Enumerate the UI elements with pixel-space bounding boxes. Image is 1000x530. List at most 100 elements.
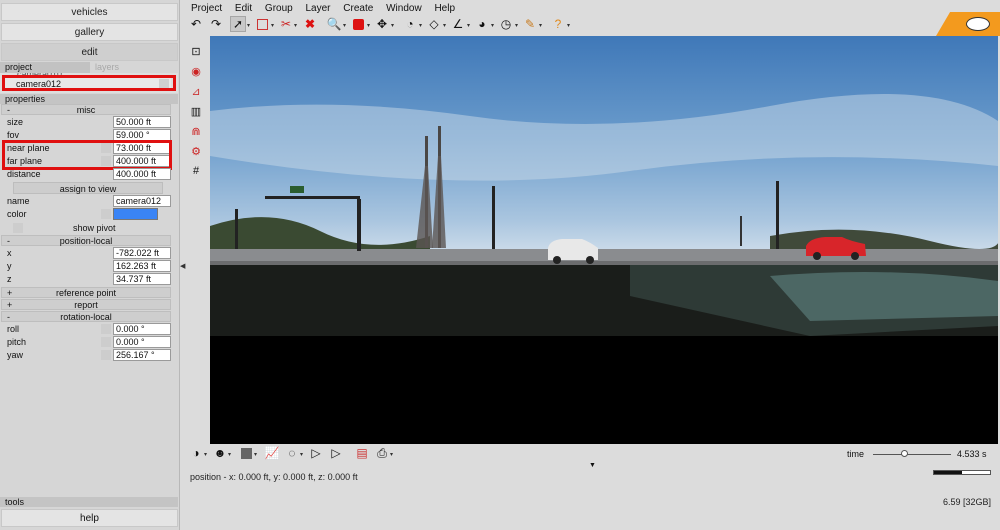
rectangle-select-icon[interactable]	[254, 16, 270, 32]
move-icon[interactable]: ✥	[374, 16, 390, 32]
yaw-field[interactable]: 256.167 °	[113, 349, 171, 361]
play-icon[interactable]: ▷	[308, 445, 324, 461]
group-label: rotation-local	[60, 312, 112, 322]
step-icon[interactable]: ▷	[328, 445, 344, 461]
redo-icon[interactable]: ↷	[208, 16, 224, 32]
help-button[interactable]: help	[1, 509, 178, 527]
color-toggle[interactable]	[101, 209, 111, 219]
collapse-sign: -	[7, 105, 10, 115]
progress-bar	[933, 470, 991, 475]
chevron-down-icon[interactable]: ▾	[204, 451, 207, 458]
color-swatch[interactable]	[113, 208, 158, 220]
chevron-down-icon[interactable]: ▾	[390, 451, 393, 458]
3d-viewport[interactable]	[210, 36, 998, 444]
group-misc[interactable]: - misc	[1, 104, 171, 115]
show-pivot-checkbox[interactable]	[13, 223, 23, 233]
chevron-down-icon[interactable]: ▾	[567, 22, 570, 29]
select-arrow-icon[interactable]: ➚	[230, 16, 246, 32]
plane-icon[interactable]: ◇	[426, 16, 442, 32]
menu-create[interactable]: Create	[338, 0, 378, 14]
progress-fill	[934, 471, 962, 474]
help-icon[interactable]: ?	[550, 16, 566, 32]
size-field[interactable]: 50.000 ft	[113, 116, 171, 128]
undo-icon[interactable]: ↶	[188, 16, 204, 32]
chart-icon[interactable]: 📈	[264, 445, 280, 461]
head-profile-icon[interactable]: ☻	[212, 445, 228, 461]
chevron-down-icon[interactable]: ▾	[539, 22, 542, 29]
assign-to-view-button[interactable]: assign to view	[13, 182, 163, 194]
notes-icon[interactable]: ▤	[354, 445, 370, 461]
snap-magnet-icon[interactable]: ⋒	[189, 124, 203, 138]
pitch-field[interactable]: 0.000 °	[113, 336, 171, 348]
roll-toggle[interactable]	[101, 324, 111, 334]
distance-field[interactable]: 400.000 ft	[113, 168, 171, 180]
chevron-down-icon[interactable]: ▾	[419, 22, 422, 29]
angle-icon[interactable]: ∠	[450, 16, 466, 32]
chevron-down-icon[interactable]: ▾	[271, 22, 274, 29]
group-report[interactable]: + report	[1, 299, 171, 310]
group-reference-point[interactable]: + reference point	[1, 287, 171, 298]
chevron-down-icon[interactable]: ▾	[491, 22, 494, 29]
tab-project[interactable]: project	[0, 62, 90, 73]
edit-button[interactable]: edit	[1, 43, 178, 61]
print-icon[interactable]: ⎙	[374, 445, 390, 461]
group-rotation-local[interactable]: - rotation-local	[1, 311, 171, 322]
time-slider-thumb[interactable]	[901, 450, 909, 457]
scissors-icon[interactable]: ✂	[278, 16, 294, 32]
tab-layers[interactable]: layers	[90, 62, 178, 73]
chevron-down-icon[interactable]: ▾	[294, 22, 297, 29]
pencil-icon[interactable]: ✎	[522, 16, 538, 32]
chevron-down-icon[interactable]: ▾	[367, 22, 370, 29]
memory-status: 6.59 [32GB]	[943, 497, 992, 507]
timer-icon[interactable]: ◷	[498, 16, 514, 32]
chevron-down-icon[interactable]: ▼	[589, 462, 596, 469]
chevron-down-icon[interactable]: ▾	[467, 22, 470, 29]
chevron-down-icon[interactable]: ▾	[515, 22, 518, 29]
measure-icon[interactable]: ◔	[402, 16, 418, 32]
gauge-icon[interactable]: ◕	[474, 16, 490, 32]
tools-header[interactable]: tools	[0, 497, 178, 507]
chevron-down-icon[interactable]: ▾	[228, 451, 231, 458]
chevron-down-icon[interactable]: ▾	[391, 22, 394, 29]
animation-icon[interactable]: ◌	[284, 445, 300, 461]
group-label: misc	[76, 105, 96, 115]
settings-gear-icon[interactable]: ⚙	[189, 144, 203, 158]
menu-window[interactable]: Window	[381, 0, 427, 14]
axis-gizmo-icon[interactable]: ⊿	[189, 84, 203, 98]
chevron-down-icon[interactable]: ▾	[247, 22, 250, 29]
x-field[interactable]: -782.022 ft	[113, 247, 171, 259]
name-field[interactable]: camera012	[113, 195, 171, 207]
menu-layer[interactable]: Layer	[301, 0, 336, 14]
red-box-icon[interactable]	[350, 16, 366, 32]
time-slider-track[interactable]	[873, 454, 951, 455]
z-field[interactable]: 34.737 ft	[113, 273, 171, 285]
chevron-down-icon[interactable]: ▾	[343, 22, 346, 29]
chevron-down-icon[interactable]: ▾	[254, 451, 257, 458]
menu-help[interactable]: Help	[429, 0, 460, 14]
render-mode-icon[interactable]: ◑	[188, 445, 204, 461]
panel-collapse-arrow-icon[interactable]: ◀	[180, 262, 185, 270]
group-position-local[interactable]: - position-local	[1, 235, 171, 246]
time-label: time	[847, 449, 865, 459]
collapse-sign: -	[7, 236, 10, 246]
left-panel: vehicles gallery edit project layers cam…	[0, 0, 180, 530]
yaw-toggle[interactable]	[101, 350, 111, 360]
roll-field[interactable]: 0.000 °	[113, 323, 171, 335]
prop-row-color: color	[0, 208, 178, 221]
orbit-target-icon[interactable]: ◉	[189, 64, 203, 78]
gallery-button[interactable]: gallery	[1, 23, 178, 41]
zoom-icon[interactable]: 🔍	[326, 16, 342, 32]
grid-icon[interactable]: #	[189, 164, 203, 178]
chevron-down-icon[interactable]: ▾	[300, 451, 303, 458]
menu-edit[interactable]: Edit	[230, 0, 257, 14]
camera-view-icon[interactable]: ⊡	[189, 44, 203, 58]
chevron-down-icon[interactable]: ▾	[443, 22, 446, 29]
pitch-toggle[interactable]	[101, 337, 111, 347]
delete-icon[interactable]: ✖	[302, 16, 318, 32]
vehicles-button[interactable]: vehicles	[1, 3, 178, 21]
color-square-icon[interactable]	[238, 445, 254, 461]
menu-group[interactable]: Group	[260, 0, 298, 14]
y-field[interactable]: 162.263 ft	[113, 260, 171, 272]
menu-project[interactable]: Project	[186, 0, 227, 14]
walk-mode-icon[interactable]: ▥	[189, 104, 203, 118]
